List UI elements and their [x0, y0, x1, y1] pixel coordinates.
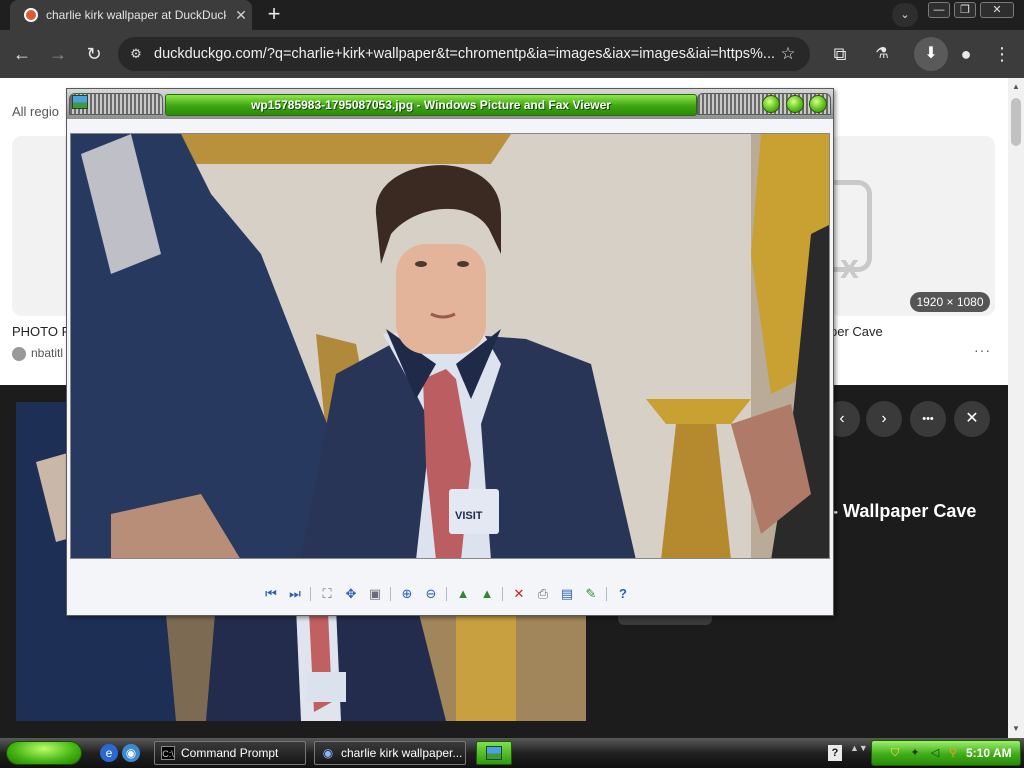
bookmark-star-icon[interactable]: ☆: [778, 44, 798, 64]
scroll-down-icon[interactable]: ▼: [1012, 724, 1020, 733]
browser-toolbar: ← → ↻ ⚙ duckduckgo.com/?q=charlie+kirk+w…: [0, 30, 1024, 78]
scroll-up-icon[interactable]: ▲: [1012, 82, 1020, 91]
print-icon[interactable]: ⎙: [534, 585, 552, 603]
extensions-icon[interactable]: ⧉: [828, 42, 852, 66]
browser-tab-strip: charlie kirk wallpaper at DuckDuckGo ✕ +…: [0, 0, 1024, 30]
toolbar-separator: [390, 587, 391, 601]
tab-title: charlie kirk wallpaper at DuckDuckGo: [46, 8, 226, 22]
picture-viewer-window: wp15785983-1795087053.jpg - Windows Pict…: [66, 88, 834, 616]
tab-close-icon[interactable]: ✕: [232, 6, 250, 24]
detail-title[interactable]: - Wallpaper Cave: [832, 501, 976, 522]
viewer-image[interactable]: VISIT: [70, 133, 830, 559]
help-tray-icon[interactable]: ?: [828, 745, 842, 761]
help-icon[interactable]: ?: [614, 585, 632, 603]
rotate-counterclockwise-icon[interactable]: ▲: [478, 585, 496, 603]
result-source-label: nbatitl: [31, 346, 64, 360]
svg-text:VISIT: VISIT: [455, 510, 483, 522]
zoom-in-icon[interactable]: ⊕: [398, 585, 416, 603]
task-command-prompt[interactable]: C:\ Command Prompt: [154, 741, 306, 765]
back-button[interactable]: ←: [10, 42, 34, 66]
result-source[interactable]: nbatitl: [12, 346, 63, 361]
new-tab-button[interactable]: +: [262, 3, 286, 27]
delete-icon[interactable]: ✕: [510, 585, 528, 603]
save-copy-icon[interactable]: ▤: [558, 585, 576, 603]
clock[interactable]: 5:10 AM: [966, 746, 1012, 760]
forward-button[interactable]: →: [46, 42, 70, 66]
toolbar-separator: [606, 587, 607, 601]
browser-tab[interactable]: charlie kirk wallpaper at DuckDuckGo ✕: [10, 0, 252, 30]
labs-flask-icon[interactable]: ⚗: [870, 42, 894, 66]
picture-viewer-task-icon: [486, 746, 502, 760]
search-tray-icon[interactable]: ⚲: [946, 746, 960, 760]
open-for-editing-icon[interactable]: ✎: [582, 585, 600, 603]
chrome-quicklaunch-icon[interactable]: ◉: [122, 744, 140, 762]
command-prompt-icon: C:\: [161, 746, 175, 760]
tab-search-button[interactable]: ⌄: [892, 3, 918, 27]
result-title[interactable]: PHOTO R: [12, 324, 71, 339]
tray-expand-icon[interactable]: ▲▼: [850, 743, 868, 753]
zoom-out-icon[interactable]: ⊖: [422, 585, 440, 603]
toolbar-separator: [310, 587, 311, 601]
profile-icon[interactable]: ●: [954, 42, 978, 66]
picture-viewer-app-icon[interactable]: [72, 95, 88, 109]
result-more-button[interactable]: ···: [974, 342, 991, 358]
taskbar: e ◉ C:\ Command Prompt ◉ charlie kirk wa…: [0, 738, 1024, 768]
slideshow-icon[interactable]: ▣: [366, 585, 384, 603]
network-icon[interactable]: ✦: [908, 746, 922, 760]
window-minimize-button[interactable]: —: [928, 2, 950, 18]
broken-image-x-icon: x: [840, 248, 859, 286]
duckduckgo-icon: [24, 8, 38, 22]
viewer-title: wp15785983-1795087053.jpg - Windows Pict…: [165, 94, 697, 116]
viewer-maximize-button[interactable]: [786, 95, 804, 113]
volume-icon[interactable]: ◁: [928, 746, 942, 760]
download-icon[interactable]: ⬇: [914, 37, 948, 71]
page-scrollbar[interactable]: ▲ ▼: [1008, 78, 1024, 738]
internet-explorer-icon[interactable]: e: [100, 744, 118, 762]
detail-next-button[interactable]: ›: [866, 401, 902, 437]
browser-menu-icon[interactable]: ⋮: [990, 42, 1014, 66]
region-filter[interactable]: All regio: [12, 104, 59, 119]
viewer-close-button[interactable]: [809, 95, 827, 113]
url-text[interactable]: duckduckgo.com/?q=charlie+kirk+wallpaper…: [154, 46, 774, 62]
source-favicon-icon: [12, 346, 26, 361]
system-tray: ⛉ ✦ ◁ ⚲ 5:10 AM: [871, 740, 1021, 766]
window-close-button[interactable]: ✕: [980, 2, 1014, 18]
address-bar[interactable]: ⚙ duckduckgo.com/?q=charlie+kirk+wallpap…: [118, 37, 810, 71]
site-info-icon[interactable]: ⚙: [128, 46, 144, 62]
start-button[interactable]: [6, 741, 82, 765]
detail-more-button[interactable]: •••: [910, 401, 946, 437]
scroll-thumb[interactable]: [1011, 98, 1021, 146]
toolbar-separator: [502, 587, 503, 601]
task-label: Command Prompt: [181, 746, 279, 760]
actual-size-icon[interactable]: ✥: [342, 585, 360, 603]
result-image-card[interactable]: [12, 136, 72, 316]
reload-button[interactable]: ↻: [82, 42, 106, 66]
security-shield-icon[interactable]: ⛉: [888, 746, 902, 760]
viewer-titlebar[interactable]: wp15785983-1795087053.jpg - Windows Pict…: [67, 89, 833, 119]
next-image-icon[interactable]: ⏭: [286, 585, 304, 603]
previous-image-icon[interactable]: ⏮: [262, 585, 280, 603]
image-size-badge: 1920 × 1080: [910, 292, 990, 312]
chrome-icon: ◉: [322, 746, 334, 760]
viewer-minimize-button[interactable]: [762, 95, 780, 113]
result-title-right[interactable]: per Cave: [830, 324, 883, 339]
best-fit-icon[interactable]: ⛶: [318, 585, 336, 603]
task-chrome-window[interactable]: ◉ charlie kirk wallpaper...: [314, 741, 466, 765]
rotate-clockwise-icon[interactable]: ▲: [454, 585, 472, 603]
task-label: charlie kirk wallpaper...: [341, 746, 463, 760]
toolbar-separator: [446, 587, 447, 601]
window-restore-button[interactable]: ❐: [954, 2, 976, 18]
detail-close-button[interactable]: ✕: [954, 401, 990, 437]
task-picture-viewer[interactable]: [476, 741, 512, 765]
